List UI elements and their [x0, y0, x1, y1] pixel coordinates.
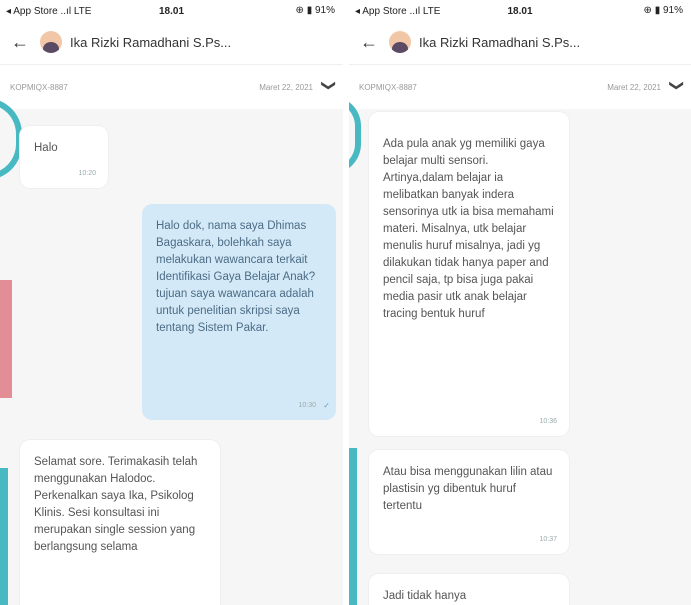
- chat-header: ← Ika Rizki Ramadhani S.Ps...: [349, 20, 691, 64]
- message-incoming: Ada pula anak yg memiliki gaya belajar m…: [369, 112, 569, 436]
- consultation-code: KOPMIQX-8887: [359, 83, 417, 92]
- status-carrier: ◂ App Store ..ıl LTE: [355, 6, 441, 17]
- double-check-icon: ✓: [323, 401, 330, 410]
- message-incoming: Selamat sore. Terimakasih telah mengguna…: [20, 440, 220, 605]
- consultation-bar[interactable]: KOPMIQX-8887 Maret 22, 2021 ❯: [0, 64, 343, 109]
- consultation-bar[interactable]: KOPMIQX-8887 Maret 22, 2021 ❯: [349, 64, 691, 109]
- doctor-name[interactable]: Ika Rizki Ramadhani S.Ps...: [70, 35, 231, 50]
- message-time: 10:30: [298, 402, 316, 409]
- message-outgoing: Halo dok, nama saya Dhimas Bagaskara, bo…: [142, 204, 336, 420]
- message-text: Ada pula anak yg memiliki gaya belajar m…: [383, 138, 554, 320]
- message-time: 10:36: [539, 418, 557, 425]
- status-bar: ◂ App Store ..ıl LTE 18.01 ⊕ ▮ 91%: [0, 0, 343, 20]
- decor-teal-arc: [349, 96, 361, 174]
- decor-teal-arc: [0, 98, 22, 180]
- status-battery-text: ⊕ ▮ 91%: [643, 5, 683, 16]
- status-right: ⊕ ▮ 91%: [296, 5, 335, 16]
- message-incoming: Jadi tidak hanya: [369, 574, 569, 605]
- back-arrow-icon[interactable]: ←: [6, 32, 34, 53]
- avatar[interactable]: [40, 31, 62, 53]
- chevron-down-icon[interactable]: ❯: [321, 80, 338, 92]
- consultation-date: Maret 22, 2021: [259, 83, 313, 92]
- status-right: ⊕ ▮ 91%: [644, 5, 683, 16]
- decor-teal-stripe: [349, 448, 357, 605]
- message-time: 10:37: [539, 536, 557, 543]
- decor-teal-stripe: [0, 468, 8, 605]
- consultation-date: Maret 22, 2021: [607, 83, 661, 92]
- message-incoming: Halo 10:20: [20, 126, 108, 188]
- consultation-code: KOPMIQX-8887: [10, 83, 68, 92]
- message-incoming: Atau bisa menggunakan lilin atau plastis…: [369, 450, 569, 554]
- status-carrier: ◂ App Store ..ıl LTE: [6, 6, 92, 17]
- chat-screenshot-right: ◂ App Store ..ıl LTE 18.01 ⊕ ▮ 91% ← Ika…: [349, 0, 691, 605]
- decor-pink-block: [0, 280, 12, 398]
- message-time: 10:20: [78, 170, 96, 177]
- message-text: Halo dok, nama saya Dhimas Bagaskara, bo…: [156, 220, 316, 334]
- chat-screenshot-left: ◂ App Store ..ıl LTE 18.01 ⊕ ▮ 91% ← Ika…: [0, 0, 343, 605]
- status-time: 18.01: [507, 6, 533, 17]
- chat-area[interactable]: Halo 10:20 Halo dok, nama saya Dhimas Ba…: [0, 98, 343, 605]
- status-battery-text: ⊕ ▮ 91%: [295, 5, 335, 16]
- avatar[interactable]: [389, 31, 411, 53]
- back-arrow-icon[interactable]: ←: [355, 32, 383, 53]
- status-time: 18.01: [158, 6, 185, 17]
- doctor-name[interactable]: Ika Rizki Ramadhani S.Ps...: [419, 35, 580, 50]
- chat-header: ← Ika Rizki Ramadhani S.Ps...: [0, 20, 343, 64]
- chat-area[interactable]: Ada pula anak yg memiliki gaya belajar m…: [349, 96, 691, 605]
- message-text: Selamat sore. Terimakasih telah mengguna…: [34, 456, 198, 553]
- message-text: Jadi tidak hanya: [383, 590, 467, 602]
- chevron-down-icon[interactable]: ❯: [669, 80, 686, 92]
- status-bar: ◂ App Store ..ıl LTE 18.01 ⊕ ▮ 91%: [349, 0, 691, 20]
- message-text: Atau bisa menggunakan lilin atau plastis…: [383, 466, 553, 512]
- message-text: Halo: [34, 142, 58, 154]
